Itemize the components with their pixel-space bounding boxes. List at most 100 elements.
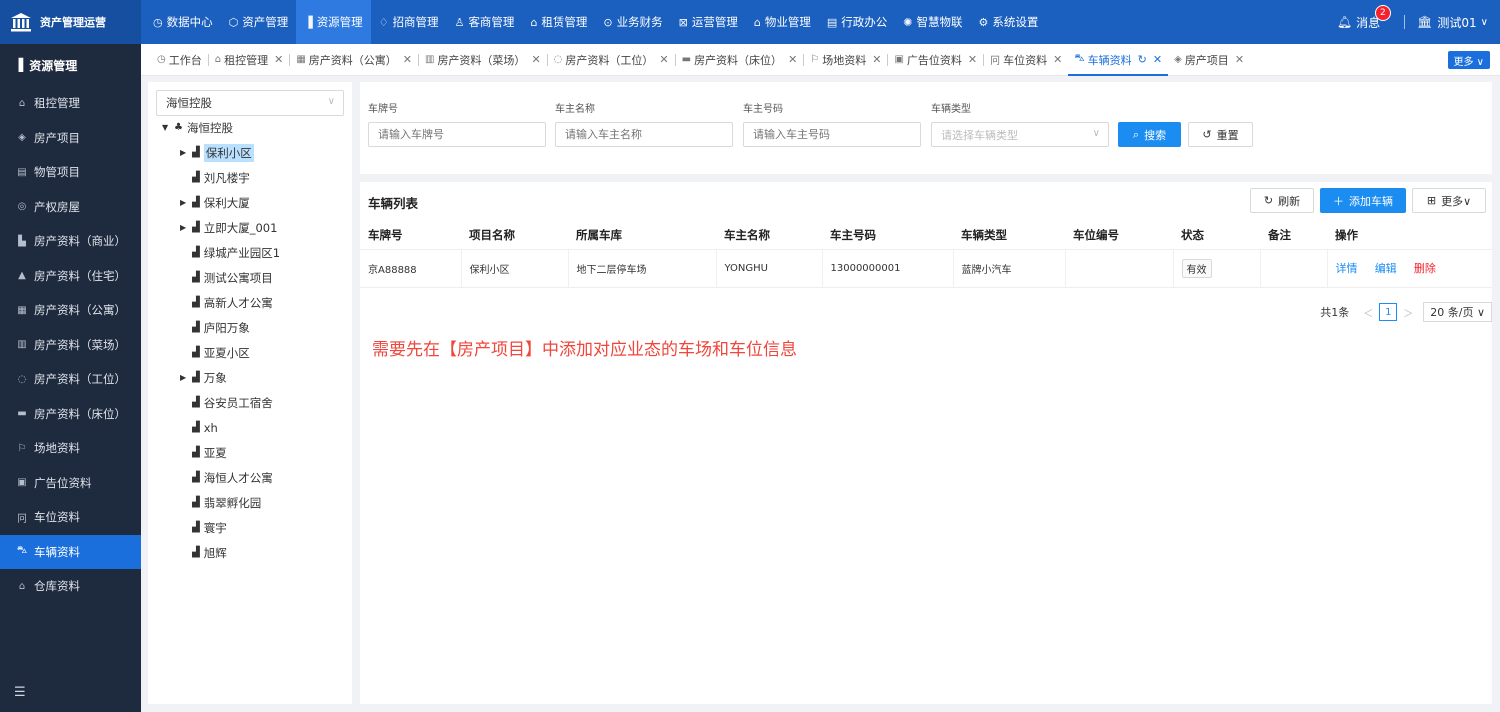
tree-node[interactable]: ▟ 旭辉	[180, 543, 227, 562]
close-icon[interactable]: ✕	[1053, 53, 1062, 66]
tab-ad-space[interactable]: ▣ 广告位资料 ✕	[888, 44, 983, 76]
caret-right-icon[interactable]: ▶	[180, 148, 192, 157]
tree-node[interactable]: ▟ 海恒人才公寓	[180, 468, 273, 487]
topnav-item-settings[interactable]: ⚙ 系统设置	[970, 0, 1046, 44]
tree-node[interactable]: ▶ ▟ 立即大厦_001	[180, 218, 277, 237]
topnav-item-iot[interactable]: ✺ 智慧物联	[895, 0, 970, 44]
topnav-item-operations[interactable]: ⊠ 运营管理	[671, 0, 746, 44]
user-menu[interactable]: 🏛︎ 测试01 ∨	[1417, 14, 1488, 31]
sidebar-item-parking-space[interactable]: 冋车位资料	[0, 500, 141, 535]
topnav-item-investment[interactable]: ♢ 招商管理	[371, 0, 447, 44]
prev-page-icon[interactable]: ＜	[1363, 305, 1373, 320]
sidebar-item-market[interactable]: ▥ 房产资料（菜场）	[0, 328, 141, 363]
sidebar-item-ad-space[interactable]: ▣ 广告位资料	[0, 466, 141, 501]
close-icon[interactable]: ✕	[403, 53, 412, 66]
sidebar-item-venue[interactable]: ⚐ 场地资料	[0, 431, 141, 466]
detail-link[interactable]: 详情	[1336, 262, 1358, 275]
topnav-item-asset[interactable]: ⬡ 资产管理	[221, 0, 297, 44]
tree-node[interactable]: ▟ 寰宇	[180, 518, 227, 537]
plate-input[interactable]	[368, 122, 546, 147]
vehicle-type-select[interactable]: 请选择车辆类型 ∨	[931, 122, 1109, 147]
close-icon[interactable]: ✕	[274, 53, 283, 66]
tree-root[interactable]: ▼ ♣ 海恒控股	[162, 118, 233, 137]
tree-node[interactable]: ▟ 高新人才公寓	[180, 293, 273, 312]
tab-workbench[interactable]: ◷ 工作台	[151, 44, 208, 76]
tree-node[interactable]: ▟ 谷安员工宿舍	[180, 393, 273, 412]
caret-right-icon[interactable]: ▶	[180, 223, 192, 232]
tree-node[interactable]: ▟ xh	[180, 418, 218, 437]
page-size-select[interactable]: 20 条/页 ∨	[1423, 302, 1492, 322]
sidebar-item-apartment[interactable]: ▦ 房产资料（公寓）	[0, 293, 141, 328]
close-icon[interactable]: ✕	[968, 53, 977, 66]
tabs-more-button[interactable]: 更多 ∨	[1447, 51, 1490, 69]
close-icon[interactable]: ✕	[659, 53, 668, 66]
tab-bed[interactable]: ▬ 房产资料（床位） ✕	[676, 44, 804, 76]
tab-market[interactable]: ▥ 房产资料（菜场） ✕	[419, 44, 547, 76]
tree-node[interactable]: ▟ 亚夏小区	[180, 343, 250, 362]
next-page-icon[interactable]: ＞	[1403, 305, 1413, 320]
tree-node[interactable]: ▟ 绿城产业园区1	[180, 243, 280, 262]
sidebar-item-rent-control[interactable]: ⌂ 租控管理	[0, 86, 141, 121]
tab-rent-control[interactable]: ⌂ 租控管理 ✕	[209, 44, 290, 76]
tab-apartment[interactable]: ▦ 房产资料（公寓） ✕	[290, 44, 418, 76]
sidebar-item-pm-project[interactable]: ▤ 物管项目	[0, 155, 141, 190]
refresh-button[interactable]: ↻ 刷新	[1250, 188, 1314, 213]
tree-node[interactable]: ▟ 测试公寓项目	[180, 268, 273, 287]
sidebar-item-ownership[interactable]: ◎ 产权房屋	[0, 190, 141, 225]
tree-node[interactable]: ▟ 庐阳万象	[180, 318, 250, 337]
sidebar-item-property-project[interactable]: ◈ 房产项目	[0, 121, 141, 156]
close-icon[interactable]: ✕	[1235, 53, 1244, 66]
sidebar-item-vehicle[interactable]: ⛍ 车辆资料	[0, 534, 141, 569]
tree-node[interactable]: ▶ ▟ 万象	[180, 368, 227, 387]
tab-parking-space[interactable]: 冋车位资料 ✕	[984, 44, 1068, 76]
sidebar-item-commercial[interactable]: ▙ 房产资料（商业）	[0, 224, 141, 259]
tree-node[interactable]: ▶ ▟ 保利小区	[180, 143, 254, 162]
collapse-menu-icon[interactable]: ☰	[14, 685, 26, 700]
edit-link[interactable]: 编辑	[1375, 262, 1397, 275]
topnav-item-office[interactable]: ▤ 行政办公	[819, 0, 895, 44]
caret-right-icon[interactable]: ▶	[180, 198, 192, 207]
cell-owner: YONGHU	[716, 249, 823, 288]
topnav-item-data-center[interactable]: ◷ 数据中心	[145, 0, 221, 44]
owner-field: 车主名称	[555, 100, 733, 147]
sidebar-item-residential[interactable]: ▲ 房产资料（住宅）	[0, 259, 141, 294]
reset-button[interactable]: ↺ 重置	[1188, 122, 1253, 147]
delete-link[interactable]: 删除	[1414, 262, 1436, 275]
close-icon[interactable]: ✕	[1153, 53, 1162, 66]
topnav-item-lease[interactable]: ⌂ 租赁管理	[522, 0, 595, 44]
close-icon[interactable]: ✕	[872, 53, 881, 66]
caret-down-icon[interactable]: ▼	[162, 123, 174, 132]
search-button[interactable]: ⌕ 搜索	[1118, 122, 1181, 147]
topnav-item-finance[interactable]: ⊙ 业务财务	[595, 0, 670, 44]
tree-node[interactable]: ▟ 亚夏	[180, 443, 227, 462]
sidebar-item-warehouse[interactable]: ⌂ 仓库资料	[0, 569, 141, 604]
topnav-label: 资产管理	[242, 15, 289, 29]
close-icon[interactable]: ✕	[788, 53, 797, 66]
tree-node[interactable]: ▶ ▟ 保利大厦	[180, 193, 250, 212]
tree-node[interactable]: ▟ 翡翠孵化园	[180, 493, 261, 512]
company-select[interactable]: 海恒控股 ∨	[156, 90, 344, 116]
tab-workstation[interactable]: ◌ 房产资料（工位） ✕	[548, 44, 675, 76]
page-number[interactable]: 1	[1379, 303, 1398, 321]
topnav-item-customer[interactable]: ♙ 客商管理	[447, 0, 523, 44]
sidebar-item-workstation[interactable]: ◌ 房产资料（工位）	[0, 362, 141, 397]
refresh-icon[interactable]: ↻	[1138, 53, 1147, 66]
sidebar-item-bed[interactable]: ▬ 房产资料（床位）	[0, 397, 141, 432]
header-right: 🔔︎ 消息 2 🏛︎ 测试01 ∨	[1337, 0, 1488, 44]
tab-venue[interactable]: ⚐ 场地资料 ✕	[804, 44, 887, 76]
chevron-down-icon: ∨	[1480, 16, 1488, 28]
tab-property-project[interactable]: ◈ 房产项目 ✕	[1168, 44, 1250, 76]
tab-vehicle[interactable]: ⛍ 车辆资料 ↻ ✕	[1068, 44, 1168, 76]
tree-node[interactable]: ▟ 刘凡楼宇	[180, 168, 250, 187]
more-actions-button[interactable]: ⊞ 更多∨	[1412, 188, 1486, 213]
brand[interactable]: 资产管理运营	[0, 0, 141, 44]
messages-button[interactable]: 🔔︎ 消息 2	[1337, 4, 1391, 31]
add-vehicle-button[interactable]: ＋ 添加车辆	[1320, 188, 1406, 213]
owner-name-input[interactable]	[555, 122, 733, 147]
topnav-item-property[interactable]: ⌂ 物业管理	[746, 0, 819, 44]
close-icon[interactable]: ✕	[531, 53, 540, 66]
topnav-item-resource[interactable]: ▐ 资源管理	[296, 0, 371, 44]
owner-phone-input[interactable]	[743, 122, 921, 147]
caret-right-icon[interactable]: ▶	[180, 373, 192, 382]
vehicle-type-placeholder: 请选择车辆类型	[941, 128, 1018, 142]
